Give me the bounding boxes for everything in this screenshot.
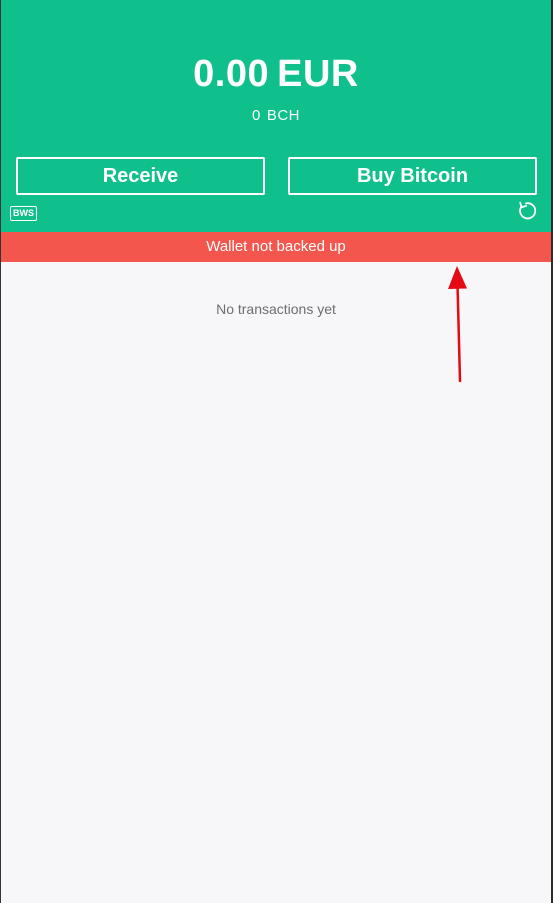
- crypto-amount: 0: [251, 107, 261, 124]
- fiat-balance[interactable]: 0.00 EUR: [1, 52, 551, 96]
- fiat-amount: 0.00: [193, 53, 270, 95]
- crypto-unit: BCH: [266, 107, 300, 124]
- bws-badge: BWS: [10, 206, 37, 221]
- wallet-screen: 0.00 EUR 0 BCH Receive Buy Bitcoin BWS Wal…: [0, 0, 553, 903]
- refresh-icon[interactable]: [515, 200, 537, 222]
- wallet-header: 0.00 EUR 0 BCH Receive Buy Bitcoin BWS: [1, 0, 551, 232]
- wallet-not-backed-up-banner[interactable]: Wallet not backed up: [1, 232, 551, 262]
- crypto-balance: 0 BCH: [1, 107, 551, 125]
- fiat-currency: EUR: [277, 53, 359, 95]
- annotation-arrow: [448, 266, 467, 383]
- receive-button[interactable]: Receive: [16, 157, 265, 195]
- buy-bitcoin-button[interactable]: Buy Bitcoin: [288, 157, 537, 195]
